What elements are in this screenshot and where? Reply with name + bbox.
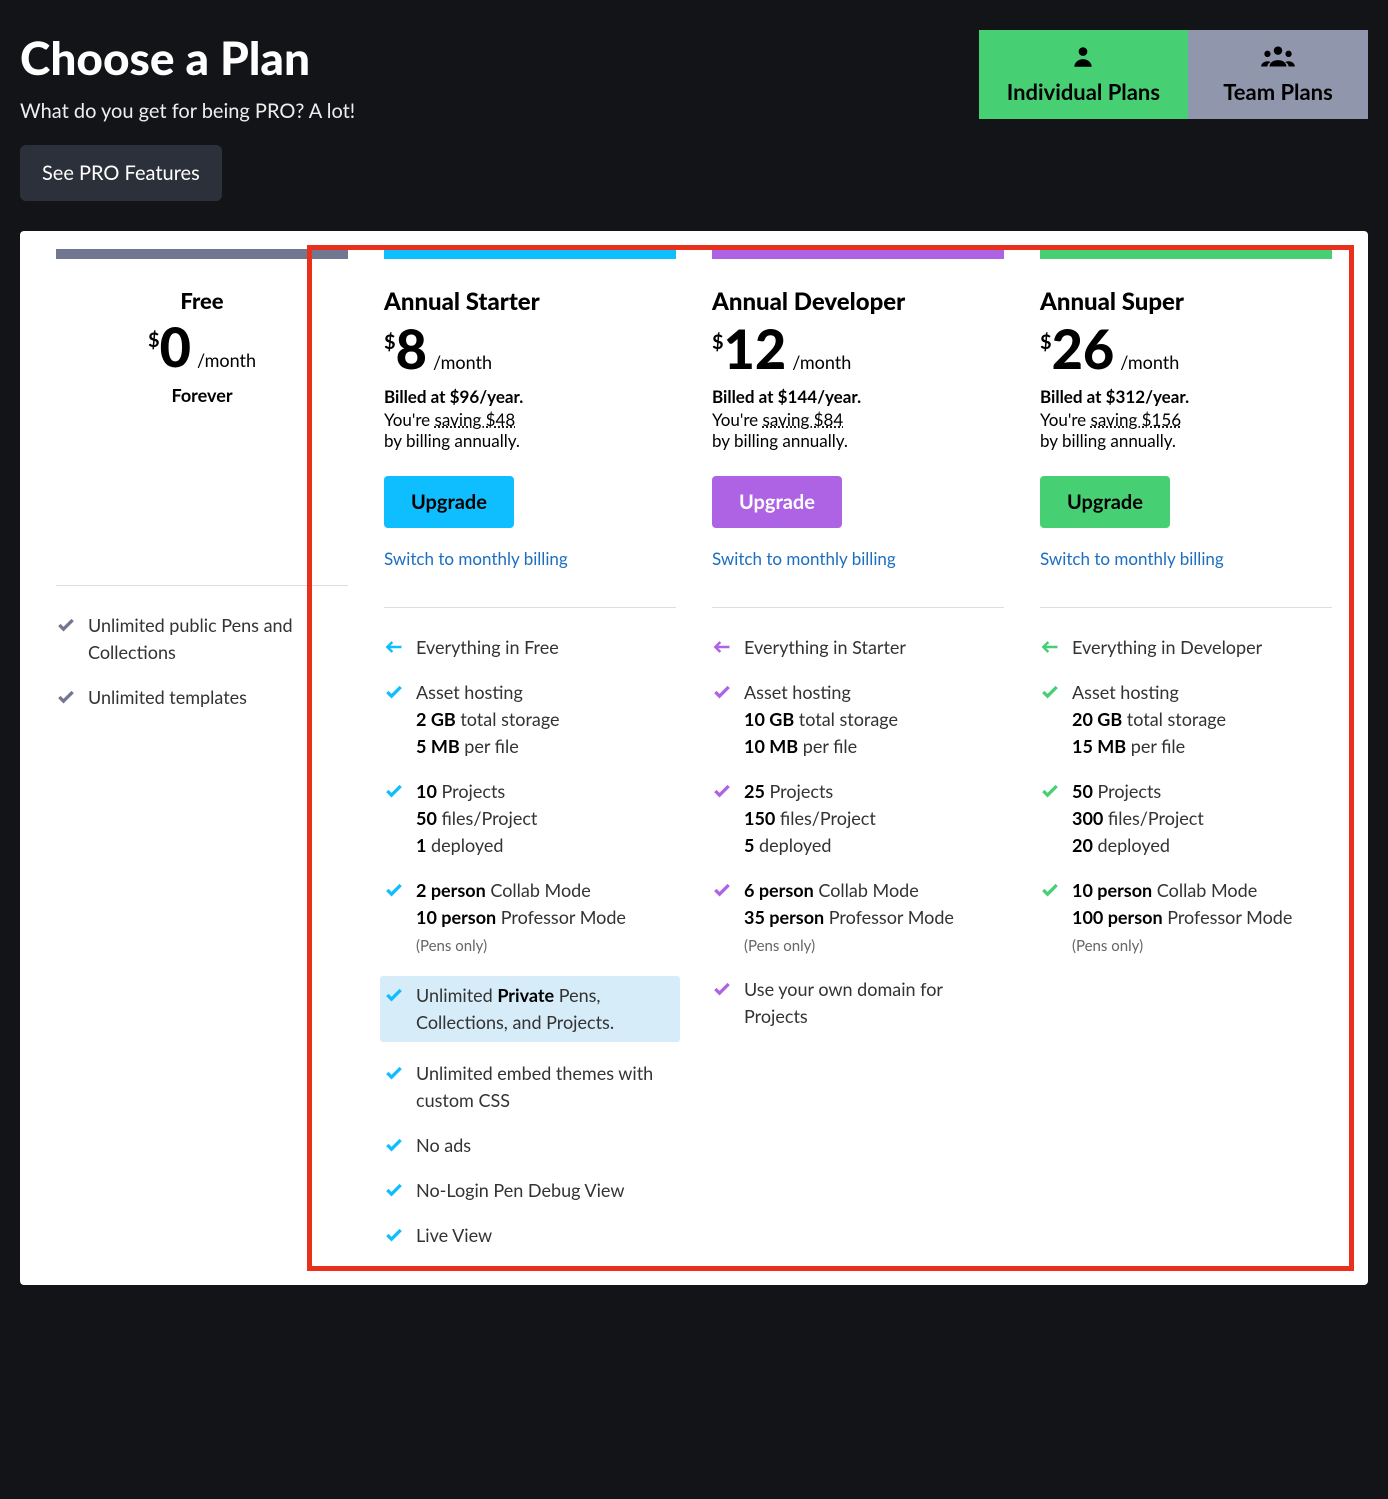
currency-symbol: $ [712, 330, 724, 354]
billing-line: Billed at $144/year. [712, 386, 1004, 407]
feature-item: Unlimited public Pens and Collections [56, 612, 348, 666]
check-icon [1040, 880, 1062, 900]
plan-column-super: Annual Super $ 26 /month Billed at $312/… [1022, 249, 1350, 1267]
feature-item: Unlimited templates [56, 684, 348, 711]
plan-accent-bar [1040, 249, 1332, 259]
feature-item: Live View [384, 1222, 676, 1249]
divider [56, 585, 348, 586]
check-icon [384, 781, 406, 801]
feature-item: No ads [384, 1132, 676, 1159]
plan-price: 0 [160, 320, 191, 374]
saving-line: You're saving $84 [712, 409, 1004, 430]
plan-name: Free [56, 287, 348, 314]
billing-line: Billed at $312/year. [1040, 386, 1332, 407]
feature-item: No-Login Pen Debug View [384, 1177, 676, 1204]
check-icon [384, 682, 406, 702]
switch-billing-link[interactable]: Switch to monthly billing [1040, 548, 1224, 569]
arrow-left-icon [384, 637, 406, 657]
per-month-label: /month [792, 351, 851, 373]
feature-item: 10 person Collab Mode100 person Professo… [1040, 877, 1332, 958]
plan-price: 8 [396, 322, 427, 376]
feature-item-highlighted: Unlimited Private Pens, Collections, and… [380, 976, 680, 1042]
plan-type-tabs: Individual Plans Team Plans [979, 30, 1368, 119]
divider [712, 607, 1004, 608]
check-icon [712, 979, 734, 999]
check-icon [56, 687, 78, 707]
arrow-left-icon [1040, 637, 1062, 657]
saving-line: You're saving $48 [384, 409, 676, 430]
check-icon [1040, 781, 1062, 801]
plan-price: 26 [1052, 322, 1115, 376]
feature-item: Asset hosting20 GB total storage15 MB pe… [1040, 679, 1332, 760]
saving-line: You're saving $156 [1040, 409, 1332, 430]
people-icon [1259, 44, 1297, 70]
plan-accent-bar [384, 249, 676, 259]
person-icon [1070, 44, 1096, 70]
check-icon [712, 781, 734, 801]
check-icon [384, 1135, 406, 1155]
check-icon [384, 985, 406, 1005]
forever-label: Forever [56, 384, 348, 406]
plan-name: Annual Developer [712, 287, 1004, 316]
plan-accent-bar [712, 249, 1004, 259]
feature-item: 6 person Collab Mode35 person Professor … [712, 877, 1004, 958]
saving-line-2: by billing annually. [1040, 430, 1332, 451]
pricing-table: Free $ 0 /month Forever Unlimited public… [20, 231, 1368, 1285]
check-icon [384, 1180, 406, 1200]
feature-item: 50 Projects300 files/Project20 deployed [1040, 778, 1332, 859]
switch-billing-link[interactable]: Switch to monthly billing [712, 548, 896, 569]
check-icon [384, 1063, 406, 1083]
plan-name: Annual Super [1040, 287, 1332, 316]
feature-item: Everything in Developer [1040, 634, 1332, 661]
per-month-label: /month [1120, 351, 1179, 373]
saving-line-2: by billing annually. [384, 430, 676, 451]
currency-symbol: $ [384, 330, 396, 354]
feature-item: Everything in Starter [712, 634, 1004, 661]
tab-individual-plans[interactable]: Individual Plans [979, 30, 1188, 119]
feature-item: 10 Projects50 files/Project1 deployed [384, 778, 676, 859]
check-icon [712, 682, 734, 702]
page-subtitle: What do you get for being PRO? A lot! [20, 99, 355, 123]
check-icon [384, 1225, 406, 1245]
currency-symbol: $ [148, 328, 160, 352]
upgrade-button[interactable]: Upgrade [1040, 476, 1170, 528]
tab-label: Individual Plans [1007, 78, 1160, 105]
check-icon [384, 880, 406, 900]
check-icon [712, 880, 734, 900]
tab-team-plans[interactable]: Team Plans [1188, 30, 1368, 119]
plan-name: Annual Starter [384, 287, 676, 316]
plan-column-starter: Annual Starter $ 8 /month Billed at $96/… [366, 249, 694, 1267]
arrow-left-icon [712, 637, 734, 657]
feature-item: Unlimited embed themes with custom CSS [384, 1060, 676, 1114]
feature-item: 2 person Collab Mode10 person Professor … [384, 877, 676, 958]
check-icon [1040, 682, 1062, 702]
plan-price: 12 [724, 322, 787, 376]
upgrade-button[interactable]: Upgrade [384, 476, 514, 528]
plan-accent-bar [56, 249, 348, 259]
switch-billing-link[interactable]: Switch to monthly billing [384, 548, 568, 569]
see-pro-features-button[interactable]: See PRO Features [20, 145, 222, 201]
feature-item: Use your own domain for Projects [712, 976, 1004, 1030]
feature-item: Asset hosting2 GB total storage5 MB per … [384, 679, 676, 760]
page-header: Choose a Plan What do you get for being … [20, 20, 1368, 231]
per-month-label: /month [197, 349, 256, 371]
plan-column-developer: Annual Developer $ 12 /month Billed at $… [694, 249, 1022, 1267]
per-month-label: /month [433, 351, 492, 373]
divider [384, 607, 676, 608]
divider [1040, 607, 1332, 608]
page-title: Choose a Plan [20, 30, 355, 85]
currency-symbol: $ [1040, 330, 1052, 354]
tab-label: Team Plans [1223, 78, 1333, 105]
feature-item: Everything in Free [384, 634, 676, 661]
check-icon [56, 615, 78, 635]
feature-item: 25 Projects150 files/Project5 deployed [712, 778, 1004, 859]
billing-line: Billed at $96/year. [384, 386, 676, 407]
feature-item: Asset hosting10 GB total storage10 MB pe… [712, 679, 1004, 760]
upgrade-button[interactable]: Upgrade [712, 476, 842, 528]
saving-line-2: by billing annually. [712, 430, 1004, 451]
plan-column-free: Free $ 0 /month Forever Unlimited public… [38, 249, 366, 1267]
